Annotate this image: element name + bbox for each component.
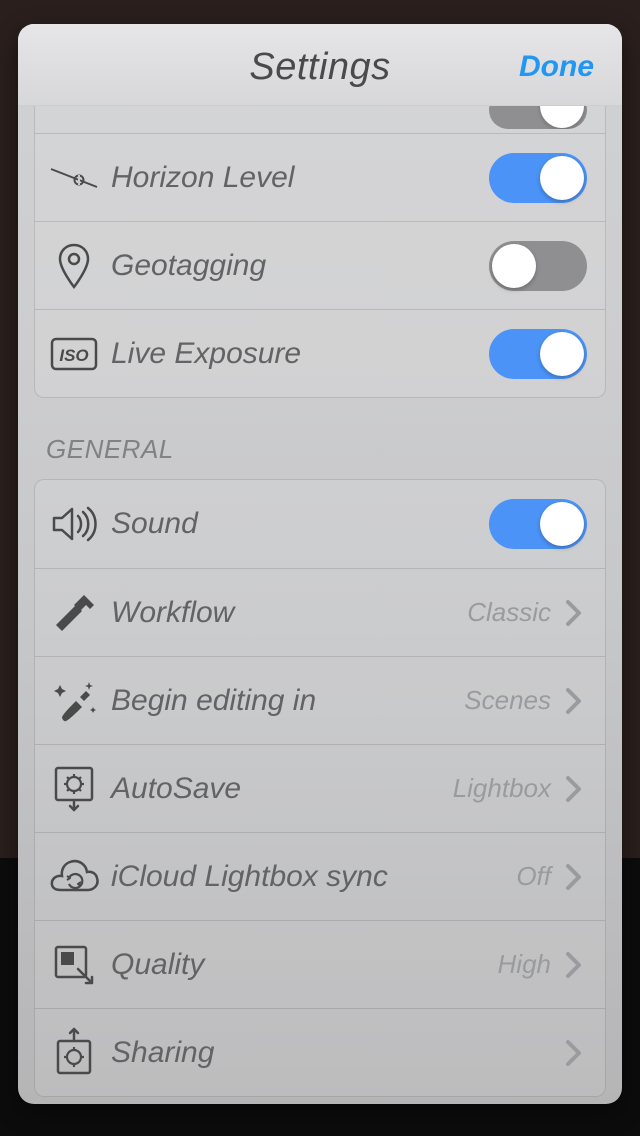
chevron-right-icon: [561, 1040, 587, 1066]
row-label: Workflow: [111, 596, 467, 630]
toggle-sound[interactable]: [489, 499, 587, 549]
chevron-right-icon: [561, 864, 587, 890]
done-button[interactable]: Done: [519, 50, 594, 84]
quality-icon: [47, 938, 101, 992]
general-group: Sound Workflow Classic: [34, 479, 606, 1097]
row-geotagging[interactable]: Geotagging: [35, 221, 605, 309]
chevron-right-icon: [561, 688, 587, 714]
row-icloud-sync[interactable]: iCloud Lightbox sync Off: [35, 832, 605, 920]
toggle-horizon-level[interactable]: [489, 153, 587, 203]
partial-toggle: [489, 106, 587, 129]
row-value: Classic: [467, 597, 551, 628]
camera-group: Horizon Level Geotagging: [34, 106, 606, 398]
location-pin-icon: [47, 239, 101, 293]
cloud-sync-icon: [47, 850, 101, 904]
row-value: High: [498, 949, 551, 980]
row-label: Live Exposure: [111, 337, 489, 371]
section-header-general: GENERAL: [46, 434, 598, 465]
row-begin-editing[interactable]: Begin editing in Scenes: [35, 656, 605, 744]
row-workflow[interactable]: Workflow Classic: [35, 568, 605, 656]
horizon-level-icon: [47, 151, 101, 205]
row-label: Geotagging: [111, 249, 489, 283]
row-sharing[interactable]: Sharing: [35, 1008, 605, 1096]
row-value: Scenes: [464, 685, 551, 716]
row-quality[interactable]: Quality High: [35, 920, 605, 1008]
row-label: Begin editing in: [111, 684, 464, 718]
row-label: Quality: [111, 948, 498, 982]
row-value: Off: [516, 861, 551, 892]
row-live-exposure[interactable]: ISO Live Exposure: [35, 309, 605, 397]
row-autosave[interactable]: AutoSave Lightbox: [35, 744, 605, 832]
settings-panel: Settings Done Horizon Level: [18, 24, 622, 1104]
settings-navbar: Settings Done: [18, 24, 622, 106]
partial-cutoff-row: [35, 106, 605, 133]
toggle-live-exposure[interactable]: [489, 329, 587, 379]
row-label: Horizon Level: [111, 161, 489, 195]
toggle-geotagging[interactable]: [489, 241, 587, 291]
magic-brush-icon: [47, 674, 101, 728]
svg-text:ISO: ISO: [59, 346, 88, 365]
row-label: Sound: [111, 507, 489, 541]
chevron-right-icon: [561, 600, 587, 626]
row-label: Sharing: [111, 1036, 551, 1070]
row-label: AutoSave: [111, 772, 453, 806]
chevron-right-icon: [561, 952, 587, 978]
autosave-icon: [47, 762, 101, 816]
row-sound[interactable]: Sound: [35, 480, 605, 568]
sharing-icon: [47, 1026, 101, 1080]
row-label: iCloud Lightbox sync: [111, 860, 516, 894]
hammer-icon: [47, 586, 101, 640]
sound-icon: [47, 497, 101, 551]
iso-icon: ISO: [47, 327, 101, 381]
row-value: Lightbox: [453, 773, 551, 804]
chevron-right-icon: [561, 776, 587, 802]
row-horizon-level[interactable]: Horizon Level: [35, 133, 605, 221]
settings-scroll-area[interactable]: Horizon Level Geotagging: [18, 106, 622, 1104]
